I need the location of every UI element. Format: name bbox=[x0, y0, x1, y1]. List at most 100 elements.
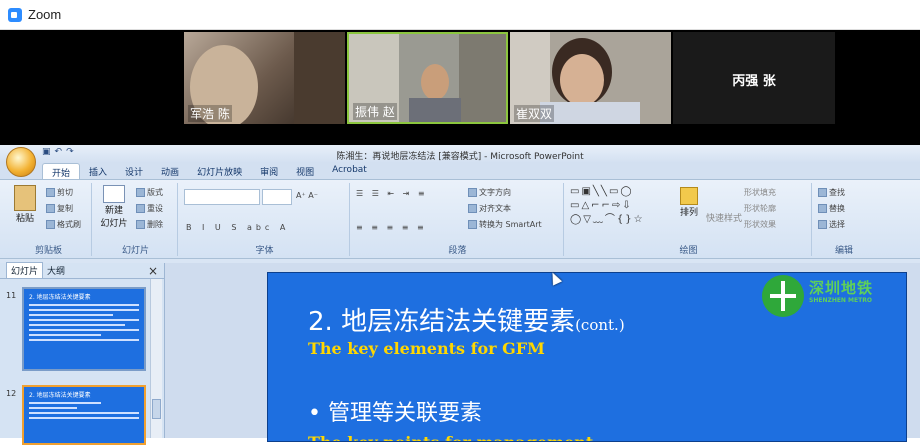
scrollbar-thumb[interactable] bbox=[152, 399, 161, 419]
grow-font-icon[interactable]: A⁺ A⁻ bbox=[296, 191, 318, 200]
window-title: Zoom bbox=[28, 7, 62, 22]
tab-slideshow[interactable]: 幻灯片放映 bbox=[188, 163, 251, 179]
ribbon: 粘贴 剪切 复制 格式刷 剪贴板 新建 幻灯片 版式 重设 删除 幻灯片 A⁺ … bbox=[0, 180, 920, 259]
new-slide-label: 新建 bbox=[104, 206, 123, 216]
group-clipboard: 粘贴 剪切 复制 格式刷 剪贴板 bbox=[6, 183, 92, 256]
layout-label: 版式 bbox=[147, 188, 163, 197]
ppt-document-title: 陈湘生：再说地层冻结法 [兼容模式] - Microsoft PowerPoin… bbox=[336, 152, 584, 162]
slides-pane-tabs: 幻灯片 大纲 × bbox=[0, 262, 164, 279]
video-gallery: 军浩 陈 振伟 赵 崔双双 丙强 张 bbox=[0, 30, 920, 145]
ppt-title-bar: ▣ ↶ ↷ 陈湘生：再说地层冻结法 [兼容模式] - Microsoft Pow… bbox=[0, 145, 920, 163]
font-size-select[interactable] bbox=[262, 189, 292, 205]
new-slide-label-2: 幻灯片 bbox=[100, 219, 128, 229]
group-slides: 新建 幻灯片 版式 重设 删除 幻灯片 bbox=[94, 183, 178, 256]
zoom-logo-icon bbox=[8, 7, 22, 22]
participant-name: 丙强 张 bbox=[732, 74, 776, 89]
tab-outline[interactable]: 大纲 bbox=[43, 263, 69, 278]
logo-text: 深圳地铁 bbox=[809, 279, 874, 297]
layout-button[interactable]: 版式 bbox=[136, 187, 163, 198]
font-format-buttons[interactable]: B I U S abc A bbox=[186, 223, 289, 232]
group-label: 编辑 bbox=[834, 246, 853, 256]
slides-scrollbar[interactable] bbox=[150, 279, 162, 438]
replace-label: 替换 bbox=[829, 204, 845, 213]
tab-insert[interactable]: 插入 bbox=[80, 163, 116, 179]
tab-acrobat[interactable]: Acrobat bbox=[323, 163, 376, 179]
slide-number: 12 bbox=[6, 389, 17, 398]
group-label: 字体 bbox=[255, 246, 274, 256]
shape-fill-label: 形状填充 bbox=[744, 188, 776, 197]
cut-icon bbox=[46, 188, 55, 197]
tab-design[interactable]: 设计 bbox=[116, 163, 152, 179]
bullets-buttons[interactable]: ☰ ☰ ⇤ ⇥ ≡ bbox=[356, 189, 428, 198]
reset-label: 重设 bbox=[147, 204, 163, 213]
logo-subtext: SHENZHEN METRO bbox=[809, 297, 872, 304]
new-slide-button[interactable]: 新建 幻灯片 bbox=[96, 185, 132, 229]
participant-name: 军浩 陈 bbox=[188, 105, 232, 122]
tab-animations[interactable]: 动画 bbox=[152, 163, 188, 179]
paste-label: 粘贴 bbox=[15, 214, 34, 224]
layout-icon bbox=[136, 188, 145, 197]
participant-tile[interactable]: 军浩 陈 bbox=[184, 32, 345, 124]
text-direction-label: 文字方向 bbox=[479, 188, 511, 197]
select-button[interactable]: 选择 bbox=[818, 219, 845, 230]
smartart-label: 转换为 SmartArt bbox=[479, 220, 542, 229]
tab-slides[interactable]: 幻灯片 bbox=[6, 262, 44, 278]
tab-home[interactable]: 开始 bbox=[42, 163, 81, 179]
quick-styles-button[interactable]: 快速样式 bbox=[706, 211, 742, 224]
slide-title-text: 2. 地层冻结法关键要素 bbox=[308, 307, 576, 337]
find-icon bbox=[818, 188, 827, 197]
font-name-select[interactable] bbox=[184, 189, 260, 205]
text-direction-button[interactable]: 文字方向 bbox=[468, 187, 511, 198]
slide-bullet: • 管理等关联要素 bbox=[308, 401, 482, 426]
close-icon[interactable]: × bbox=[148, 264, 158, 278]
group-label: 剪贴板 bbox=[34, 246, 62, 256]
slide-subtitle: The key elements for GFM bbox=[308, 339, 545, 358]
shape-outline-button[interactable]: 形状轮廓 bbox=[744, 203, 776, 214]
shape-effects-label: 形状效果 bbox=[744, 220, 776, 229]
office-button-icon[interactable] bbox=[6, 147, 36, 177]
shapes-gallery[interactable]: ▭▣╲╲▭◯ ▭△⌐⌐⇨⇩ ◯▽﹏⌒{}☆ bbox=[570, 185, 670, 231]
tab-view[interactable]: 视图 bbox=[287, 163, 323, 179]
slide-number: 11 bbox=[6, 291, 17, 300]
shape-fill-button[interactable]: 形状填充 bbox=[744, 187, 776, 198]
arrange-button[interactable]: 排列 bbox=[674, 187, 704, 218]
smartart-icon bbox=[468, 220, 477, 229]
copy-button[interactable]: 复制 bbox=[46, 203, 73, 214]
delete-label: 删除 bbox=[147, 220, 163, 229]
participant-tile-no-video[interactable]: 丙强 张 bbox=[673, 32, 835, 124]
delete-slide-button[interactable]: 删除 bbox=[136, 219, 163, 230]
tab-review[interactable]: 审阅 bbox=[251, 163, 287, 179]
copy-icon bbox=[46, 204, 55, 213]
shape-effects-button[interactable]: 形状效果 bbox=[744, 219, 776, 230]
arrange-label: 排列 bbox=[679, 208, 698, 218]
cut-label: 剪切 bbox=[57, 188, 73, 197]
slide-thumbnail-selected[interactable]: 2. 地层冻结法关键要素 bbox=[22, 385, 146, 445]
find-button[interactable]: 查找 bbox=[818, 187, 845, 198]
align-text-button[interactable]: 对齐文本 bbox=[468, 203, 511, 214]
group-paragraph: ☰ ☰ ⇤ ⇥ ≡ ≡ ≡ ≡ ≡ ≡ 文字方向 对齐文本 转换为 SmartA… bbox=[352, 183, 564, 256]
cut-button[interactable]: 剪切 bbox=[46, 187, 73, 198]
align-buttons[interactable]: ≡ ≡ ≡ ≡ ≡ bbox=[356, 223, 427, 232]
participant-tile-active-speaker[interactable]: 振伟 赵 bbox=[347, 32, 508, 124]
group-editing: 查找 替换 选择 编辑 bbox=[814, 183, 874, 256]
select-label: 选择 bbox=[829, 220, 845, 229]
group-label: 段落 bbox=[448, 246, 467, 256]
replace-icon bbox=[818, 204, 827, 213]
participant-name: 振伟 赵 bbox=[353, 103, 397, 120]
slides-pane: 幻灯片 大纲 × 11 2. 地层冻结法关键要素 12 2. 地层冻结法关键要素 bbox=[0, 262, 165, 445]
slide-thumbnail[interactable]: 2. 地层冻结法关键要素 bbox=[22, 287, 146, 371]
format-painter-button[interactable]: 格式刷 bbox=[46, 219, 81, 230]
group-font: A⁺ A⁻ B I U S abc A 字体 bbox=[180, 183, 350, 256]
find-label: 查找 bbox=[829, 188, 845, 197]
reset-button[interactable]: 重设 bbox=[136, 203, 163, 214]
smartart-button[interactable]: 转换为 SmartArt bbox=[468, 219, 542, 230]
quick-styles-label: 快速样式 bbox=[706, 214, 743, 224]
slide-canvas: 深圳地铁 SHENZHEN METRO 2. 地层冻结法关键要素(cont.) … bbox=[165, 263, 920, 442]
format-painter-icon bbox=[46, 220, 55, 229]
current-slide[interactable]: 深圳地铁 SHENZHEN METRO 2. 地层冻结法关键要素(cont.) … bbox=[267, 272, 907, 442]
replace-button[interactable]: 替换 bbox=[818, 203, 845, 214]
slide-title-suffix: (cont.) bbox=[575, 316, 625, 334]
participant-tile[interactable]: 崔双双 bbox=[510, 32, 671, 124]
new-slide-icon bbox=[103, 185, 125, 203]
paste-button[interactable]: 粘贴 bbox=[8, 185, 42, 224]
